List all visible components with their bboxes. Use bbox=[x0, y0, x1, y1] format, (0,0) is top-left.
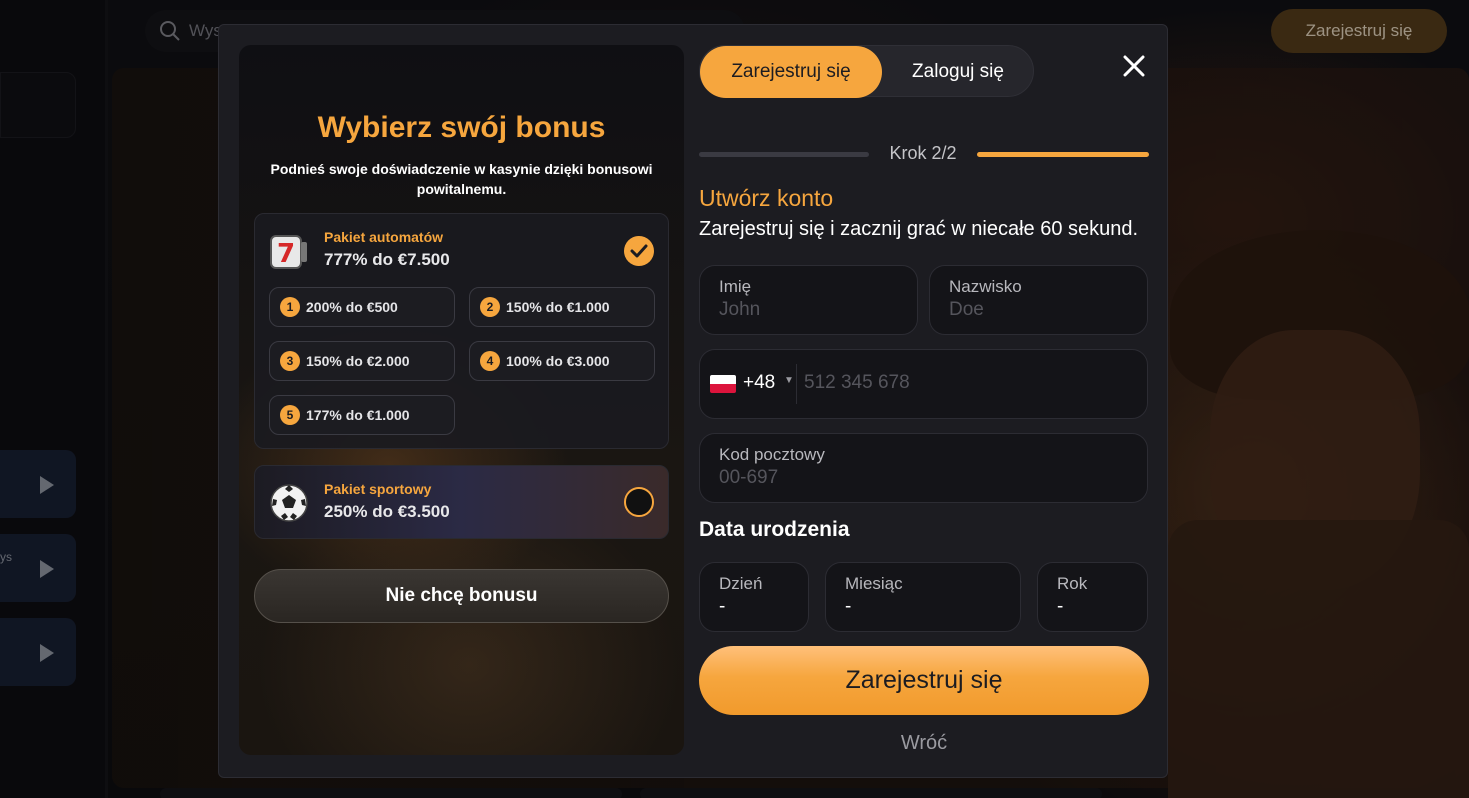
phone-field[interactable]: +48 ▼ 512 345 678 bbox=[699, 349, 1148, 419]
form-subtitle: Zarejestruj się i zacznij grać w niecałe… bbox=[699, 218, 1139, 240]
bonus-tier: 3 150% do €2.000 bbox=[269, 341, 455, 381]
register-modal: Wybierz swój bonus Podnieś swoje doświad… bbox=[218, 24, 1168, 778]
postal-code-label: Kod pocztowy bbox=[719, 445, 825, 464]
package-name: Pakiet sportowy bbox=[324, 481, 432, 497]
bonus-package-sport[interactable]: Pakiet sportowy 250% do €3.500 bbox=[254, 465, 669, 539]
form-title: Utwórz konto bbox=[699, 185, 834, 211]
postal-code-placeholder: 00-697 bbox=[719, 467, 779, 488]
tier-number-badge: 3 bbox=[280, 351, 300, 371]
postal-code-field[interactable]: Kod pocztowy 00-697 bbox=[699, 433, 1148, 503]
chevron-down-icon[interactable]: ▼ bbox=[784, 375, 794, 386]
step-indicator: Krok 2/2 bbox=[699, 143, 1149, 167]
tier-number-badge: 2 bbox=[480, 297, 500, 317]
step-bar-2 bbox=[977, 152, 1149, 157]
check-icon[interactable] bbox=[624, 236, 654, 266]
slot-seven-icon: 7 bbox=[270, 235, 307, 269]
tier-number-badge: 1 bbox=[280, 297, 300, 317]
dob-month-value: - bbox=[845, 596, 852, 617]
tier-number-badge: 5 bbox=[280, 405, 300, 425]
dob-month-select[interactable]: Miesiąc - bbox=[825, 562, 1021, 632]
close-button[interactable] bbox=[1119, 51, 1149, 81]
bonus-title: Wybierz swój bonus bbox=[317, 111, 606, 144]
bonus-panel: Wybierz swój bonus Podnieś swoje doświad… bbox=[239, 45, 684, 755]
poland-flag-icon[interactable] bbox=[710, 375, 736, 393]
first-name-field[interactable]: Imię John bbox=[699, 265, 918, 335]
tab-login[interactable]: Zaloguj się bbox=[882, 46, 1034, 98]
package-radio[interactable] bbox=[624, 487, 654, 517]
close-icon bbox=[1123, 55, 1145, 77]
dob-month-label: Miesiąc bbox=[845, 574, 903, 593]
phone-placeholder: 512 345 678 bbox=[804, 372, 910, 393]
phone-divider bbox=[796, 364, 797, 404]
svg-text:7: 7 bbox=[277, 239, 295, 269]
package-value: 777% do €7.500 bbox=[324, 250, 450, 269]
bonus-tier: 4 100% do €3.000 bbox=[469, 341, 655, 381]
last-name-label: Nazwisko bbox=[949, 277, 1022, 296]
dob-year-label: Rok bbox=[1057, 574, 1088, 593]
bonus-tier: 5 177% do €1.000 bbox=[269, 395, 455, 435]
bonus-subtitle: Podnieś swoje doświadczenie w kasynie dz… bbox=[270, 161, 653, 197]
bonus-package-slots[interactable]: 7 Pakiet automatów 777% do €7.500 1 200%… bbox=[254, 213, 669, 449]
step-label: Krok 2/2 bbox=[889, 143, 957, 163]
bonus-tier: 2 150% do €1.000 bbox=[469, 287, 655, 327]
soccer-ball-icon bbox=[270, 484, 308, 522]
tier-label: 177% do €1.000 bbox=[306, 407, 410, 423]
last-name-placeholder: Doe bbox=[949, 299, 984, 320]
no-bonus-button[interactable]: Nie chcę bonusu bbox=[254, 569, 669, 623]
first-name-label: Imię bbox=[719, 277, 752, 296]
tier-label: 150% do €1.000 bbox=[506, 299, 610, 315]
tier-label: 100% do €3.000 bbox=[506, 353, 610, 369]
dob-year-select[interactable]: Rok - bbox=[1037, 562, 1148, 632]
dob-day-select[interactable]: Dzień - bbox=[699, 562, 809, 632]
last-name-field[interactable]: Nazwisko Doe bbox=[929, 265, 1148, 335]
dob-title: Data urodzenia bbox=[699, 518, 850, 541]
submit-register-button[interactable]: Zarejestruj się bbox=[699, 646, 1149, 715]
tier-label: 150% do €2.000 bbox=[306, 353, 410, 369]
package-name: Pakiet automatów bbox=[324, 229, 444, 245]
step-bar-1 bbox=[699, 152, 869, 157]
phone-country-code[interactable]: +48 bbox=[743, 372, 775, 394]
dob-year-value: - bbox=[1057, 596, 1064, 617]
tab-register[interactable]: Zarejestruj się bbox=[700, 46, 882, 98]
bonus-tier: 1 200% do €500 bbox=[269, 287, 455, 327]
package-value: 250% do €3.500 bbox=[324, 502, 450, 521]
tier-label: 200% do €500 bbox=[306, 299, 398, 315]
first-name-placeholder: John bbox=[719, 299, 761, 320]
auth-tabs: Zarejestruj się Zaloguj się bbox=[699, 45, 1034, 98]
tier-number-badge: 4 bbox=[480, 351, 500, 371]
dob-day-value: - bbox=[719, 596, 726, 617]
dob-day-label: Dzień bbox=[719, 574, 763, 593]
back-link[interactable]: Wróć bbox=[699, 732, 1149, 755]
